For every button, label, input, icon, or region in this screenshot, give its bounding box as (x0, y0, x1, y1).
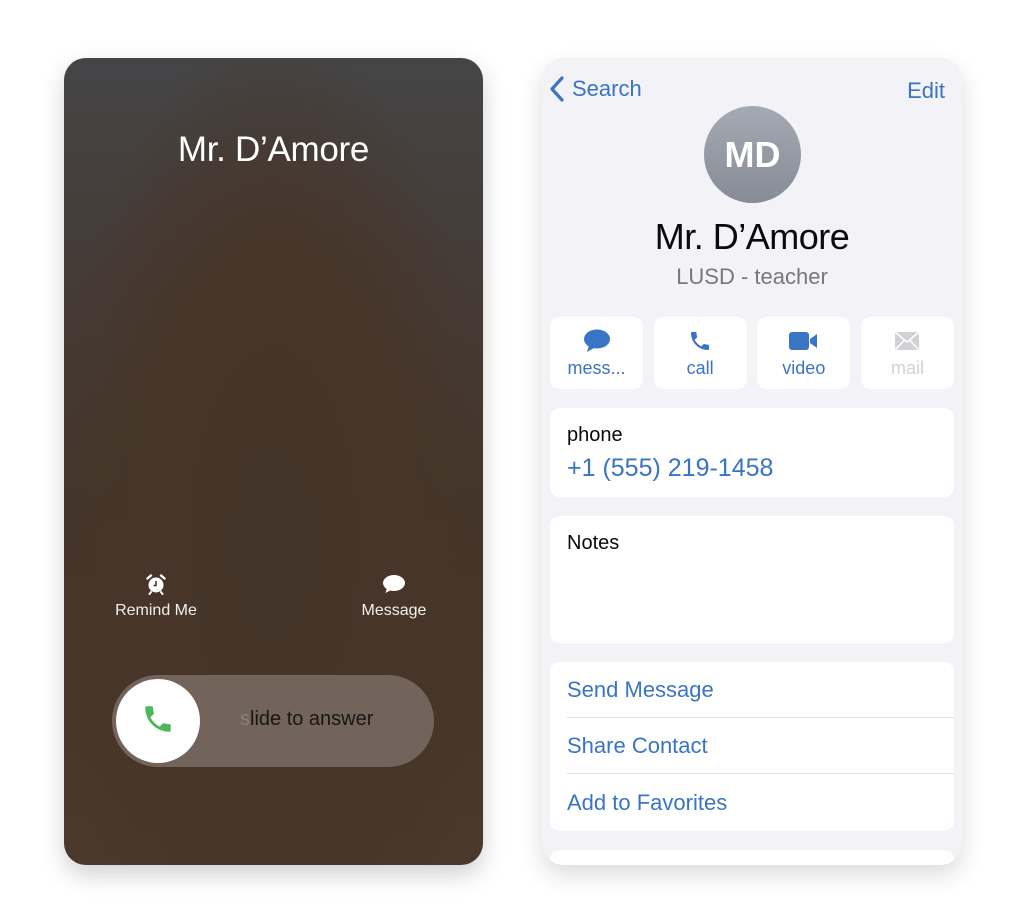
contact-options-list: Send Message Share Contact Add to Favori… (550, 662, 954, 831)
alarm-clock-icon (144, 572, 168, 596)
edit-button[interactable]: Edit (907, 78, 945, 104)
caller-name: Mr. D’Amore (177, 130, 370, 169)
mail-action-label: mail (890, 357, 924, 378)
contact-card-screen: Search Edit MD Mr. D’Amore LUSD - teache… (542, 58, 962, 865)
back-label: Search (572, 76, 642, 101)
back-button[interactable]: Search (550, 76, 642, 102)
contact-subtitle: LUSD - teacher (676, 264, 828, 289)
message-icon (583, 328, 611, 354)
slide-to-answer-label: slide to answer (240, 708, 373, 731)
answer-knob[interactable] (116, 679, 200, 763)
chevron-left-icon (550, 76, 564, 102)
send-message-option[interactable]: Send Message (567, 662, 954, 718)
incoming-call-screen: Mr. D’Amore Remind Me Message slide to a… (64, 58, 483, 865)
video-camera-icon (788, 328, 819, 354)
phone-icon (688, 328, 712, 354)
video-action-label: video (782, 357, 826, 378)
phone-icon (141, 702, 175, 741)
slide-to-answer-slider[interactable]: slide to answer (112, 675, 434, 767)
call-action-button[interactable]: call (653, 317, 747, 389)
message-button[interactable]: Message (334, 572, 454, 620)
message-action-label: mess... (567, 357, 626, 378)
contact-action-row: mess... call video mail (550, 317, 954, 389)
next-section-card (550, 850, 954, 865)
slide-label-text: lide to answer (250, 708, 374, 730)
add-to-favorites-option[interactable]: Add to Favorites (567, 775, 954, 831)
remind-me-button[interactable]: Remind Me (96, 572, 216, 620)
phone-card: phone +1 (555) 219-1458 (550, 408, 954, 497)
mail-action-button[interactable]: mail (860, 317, 954, 389)
share-contact-option[interactable]: Share Contact (567, 718, 954, 774)
phone-number-link[interactable]: +1 (555) 219-1458 (567, 454, 773, 483)
message-action-button[interactable]: mess... (550, 317, 643, 389)
contact-name: Mr. D’Amore (654, 216, 850, 257)
phone-label: phone (567, 424, 623, 446)
message-label: Message (361, 602, 427, 619)
notes-label: Notes (567, 532, 620, 554)
notes-card[interactable]: Notes (550, 516, 954, 643)
slide-label-faded: s (240, 708, 250, 730)
avatar: MD (704, 106, 801, 203)
video-action-button[interactable]: video (757, 317, 851, 389)
call-action-label: call (686, 357, 714, 378)
speech-bubble-icon (382, 572, 406, 596)
remind-me-label: Remind Me (115, 602, 197, 619)
envelope-icon (894, 328, 920, 354)
